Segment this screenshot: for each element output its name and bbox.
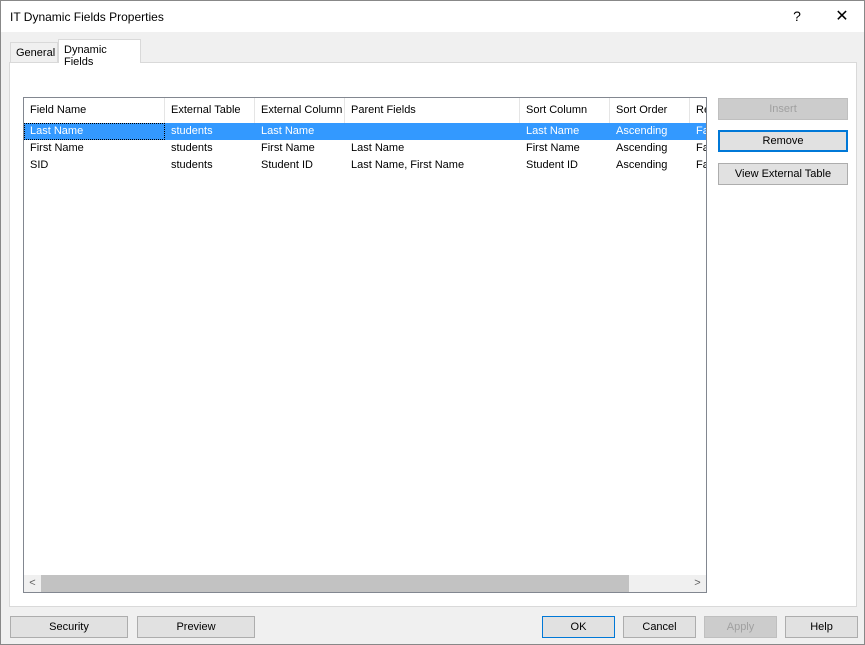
- cell-external-table: students: [171, 142, 213, 154]
- cell-truncated: Fa: [696, 125, 706, 137]
- scroll-right-icon[interactable]: >: [689, 575, 706, 592]
- remove-button-label: Remove: [762, 135, 804, 147]
- cell-sort-column: Last Name: [526, 125, 580, 137]
- cell-external-table: students: [171, 125, 213, 137]
- scroll-thumb[interactable]: [41, 575, 629, 592]
- help-button[interactable]: Help: [785, 616, 858, 638]
- column-header-external-column[interactable]: External Column: [255, 98, 345, 123]
- table-row[interactable]: First Name students First Name Last Name…: [24, 140, 706, 157]
- ok-button[interactable]: OK: [542, 616, 615, 638]
- close-icon[interactable]: ✕: [822, 1, 862, 32]
- window-title: IT Dynamic Fields Properties: [10, 10, 164, 24]
- cell-sort-order: Ascending: [616, 159, 668, 171]
- tab-dynamic-fields[interactable]: Dynamic Fields: [58, 39, 141, 68]
- cell-parent-fields: Last Name: [351, 142, 405, 154]
- apply-button[interactable]: Apply: [704, 616, 777, 638]
- column-header-sort-order[interactable]: Sort Order: [610, 98, 690, 123]
- fields-list[interactable]: Field Name External Table External Colum…: [23, 97, 707, 593]
- column-header-parent-fields[interactable]: Parent Fields: [345, 98, 520, 123]
- scroll-left-icon[interactable]: <: [24, 575, 41, 592]
- table-row[interactable]: SID students Student ID Last Name, First…: [24, 157, 706, 174]
- cell-external-column: Student ID: [261, 159, 313, 171]
- table-row[interactable]: Last Name students Last Name Last Name A…: [24, 123, 706, 140]
- cell-truncated: Fa: [696, 142, 706, 154]
- cell-sort-order: Ascending: [616, 142, 668, 154]
- cell-field-name: First Name: [30, 142, 84, 154]
- cell-field-name: Last Name: [24, 123, 165, 140]
- horizontal-scrollbar[interactable]: < >: [24, 575, 706, 592]
- cell-parent-fields: [345, 123, 520, 140]
- column-header-sort-column[interactable]: Sort Column: [520, 98, 610, 123]
- column-header-field-name[interactable]: Field Name: [24, 98, 165, 123]
- cancel-button[interactable]: Cancel: [623, 616, 696, 638]
- cell-field-name: SID: [30, 159, 49, 171]
- cell-parent-fields: Last Name, First Name: [351, 159, 465, 171]
- column-header-external-table[interactable]: External Table: [165, 98, 255, 123]
- help-icon[interactable]: ?: [777, 1, 817, 32]
- cell-sort-column: First Name: [526, 142, 580, 154]
- cell-sort-order: Ascending: [616, 125, 668, 137]
- cell-external-table: students: [171, 159, 213, 171]
- tab-general[interactable]: General: [10, 42, 58, 62]
- title-bar: IT Dynamic Fields Properties ? ✕: [1, 1, 864, 32]
- view-external-table-button[interactable]: View External Table: [718, 163, 848, 185]
- list-header: Field Name External Table External Colum…: [24, 98, 706, 123]
- cell-sort-column: Student ID: [526, 159, 578, 171]
- preview-button[interactable]: Preview: [137, 616, 255, 638]
- remove-button[interactable]: Remove: [718, 130, 848, 152]
- cell-external-column: Last Name: [261, 125, 315, 137]
- cell-external-column: First Name: [261, 142, 315, 154]
- column-header-truncated[interactable]: Re: [690, 98, 706, 123]
- dialog-window: IT Dynamic Fields Properties ? ✕ General…: [0, 0, 865, 645]
- cell-truncated: Fa: [696, 159, 706, 171]
- security-button[interactable]: Security: [10, 616, 128, 638]
- insert-button[interactable]: Insert: [718, 98, 848, 120]
